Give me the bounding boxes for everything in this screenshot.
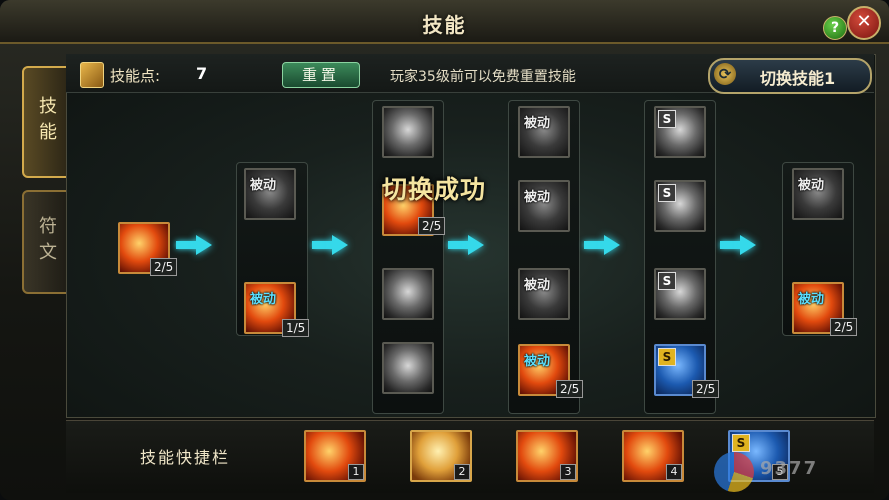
tree-arrow-icon: [468, 235, 484, 255]
skill-level: 1/5: [282, 319, 310, 337]
watermark-text: 9377: [760, 458, 819, 479]
slot-number: 1: [348, 464, 364, 480]
quickbar-label: 技能快捷栏: [140, 448, 231, 467]
quickbar-slot-3[interactable]: 3: [516, 430, 578, 482]
switch-skill-button[interactable]: ⟳ 切换技能1: [708, 58, 872, 94]
skill-level: 2/5: [692, 380, 720, 398]
tree-arrow-tail: [176, 241, 198, 249]
s-badge: S: [658, 184, 676, 202]
passive-tag: 被动: [524, 278, 551, 293]
tree-arrow-tail: [312, 241, 334, 249]
tree-arrow-icon: [196, 235, 212, 255]
skill-level: 2/5: [556, 380, 584, 398]
passive-tag: 被动: [250, 178, 277, 193]
passive-tag: 被动: [798, 178, 825, 193]
passive-tag: 被动: [524, 190, 551, 205]
reset-note: 玩家35级前可以免费重置技能: [390, 69, 576, 85]
passive-tag: 被动: [524, 116, 551, 131]
tree-arrow-tail: [720, 241, 742, 249]
tree-arrow-tail: [584, 241, 606, 249]
passive-blade-icon[interactable]: 被动: [244, 168, 296, 220]
switch-success-toast: 切换成功: [382, 175, 487, 204]
skill-level: 2/5: [830, 318, 858, 336]
s-badge: S: [658, 348, 676, 366]
refresh-icon: ⟳: [714, 63, 736, 85]
tab-skills[interactable]: 技能: [22, 66, 70, 178]
quickbar-slot-4[interactable]: 4: [622, 430, 684, 482]
passive-tag: 被动: [250, 292, 277, 307]
site-watermark: 9377: [714, 448, 864, 496]
spear-thrust-icon[interactable]: [382, 342, 434, 394]
tab-runes[interactable]: 符文: [22, 190, 70, 294]
switch-skill-label: 切换技能1: [760, 69, 836, 88]
sword-passive-icon[interactable]: 被动: [518, 180, 570, 232]
tree-arrow-icon: [604, 235, 620, 255]
shield-bash-icon[interactable]: [382, 268, 434, 320]
close-button[interactable]: ✕: [847, 6, 881, 40]
s-badge: S: [658, 272, 676, 290]
s-slash-icon[interactable]: S: [654, 106, 706, 158]
skill-level: 2/5: [150, 258, 178, 276]
help-button[interactable]: ?: [823, 16, 847, 40]
warrior-strike-icon[interactable]: [382, 106, 434, 158]
slot-number: 4: [666, 464, 682, 480]
slot-number: 2: [454, 464, 470, 480]
s-badge: S: [658, 110, 676, 128]
s-dash-icon[interactable]: S: [654, 180, 706, 232]
tree-arrow-icon: [332, 235, 348, 255]
helmet-passive-icon[interactable]: 被动: [518, 106, 570, 158]
passive-tag: 被动: [524, 354, 551, 369]
passive-wings-icon[interactable]: 被动: [792, 168, 844, 220]
window-title: 技能: [422, 13, 467, 37]
skill-points-value: 7: [196, 64, 208, 83]
skill-book-icon: [80, 62, 104, 88]
skill-points-label: 技能点:: [110, 67, 161, 85]
group-passive-icon[interactable]: 被动: [518, 268, 570, 320]
tree-arrow-icon: [740, 235, 756, 255]
watermark-logo-icon: [714, 452, 754, 492]
tree-arrow-tail: [448, 241, 470, 249]
reset-button[interactable]: 重置: [282, 62, 360, 88]
quickbar-slot-1[interactable]: 1: [304, 430, 366, 482]
skill-level: 2/5: [418, 217, 446, 235]
slot-number: 3: [560, 464, 576, 480]
quickbar-slot-2[interactable]: 2: [410, 430, 472, 482]
s-whirl-icon[interactable]: S: [654, 268, 706, 320]
passive-tag: 被动: [798, 292, 825, 307]
